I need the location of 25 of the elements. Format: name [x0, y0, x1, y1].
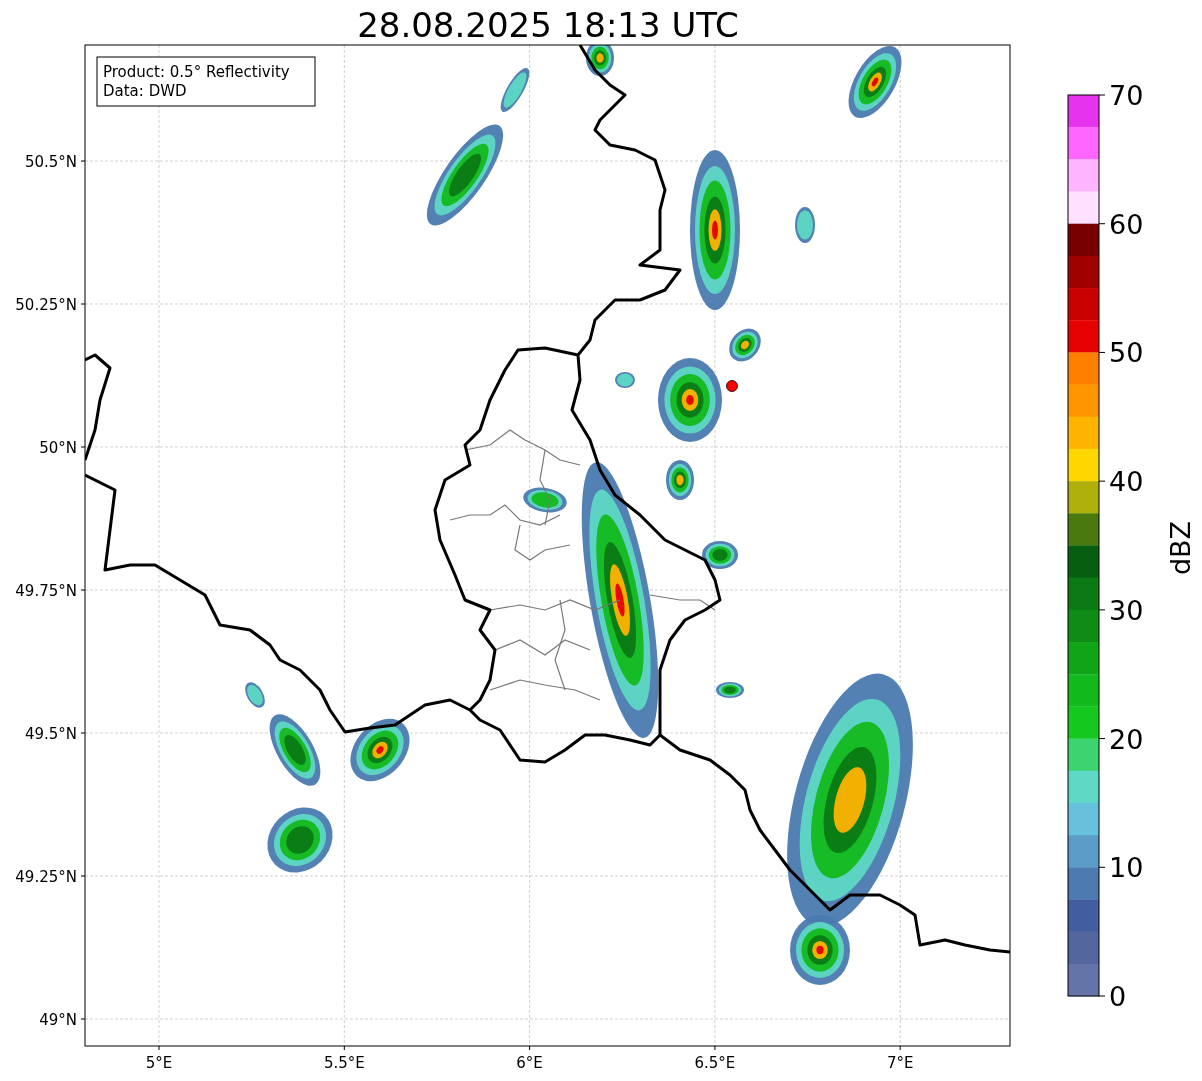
colorbar-tick-label: 0	[1109, 981, 1127, 1012]
colorbar-tick-label: 10	[1109, 852, 1144, 884]
axis-tick-label: 49.75°N	[15, 582, 77, 600]
station-marker-icon	[726, 380, 738, 392]
colorbar-tick-label: 30	[1109, 594, 1144, 626]
colorbar-tick-label: 70	[1109, 80, 1144, 111]
axis-tick-label: 49°N	[39, 1011, 77, 1029]
colorbar-tick-label: 20	[1109, 723, 1144, 755]
axis-tick-label: 5.5°E	[323, 1054, 365, 1072]
axis-tick-label: 6°E	[516, 1054, 543, 1072]
axis-tick-label: 49.5°N	[24, 725, 77, 743]
legend-text: Product: 0.5° Reflectivity	[103, 63, 290, 81]
axis-tick-label: 50.5°N	[24, 153, 77, 171]
colorbar-tick-label: 50	[1109, 337, 1144, 369]
colorbar-tick-label: 40	[1109, 466, 1144, 498]
axis-tick-label: 50.25°N	[15, 296, 77, 314]
axis-tick-label: 5°E	[145, 1054, 173, 1072]
axis-tick-label: 7°E	[886, 1054, 914, 1072]
axis-tick-label: 49.25°N	[15, 868, 77, 886]
colorbar-tick-label: 60	[1109, 208, 1144, 240]
legend-text: Data: DWD	[103, 82, 187, 100]
axis-tick-label: 50°N	[39, 439, 77, 457]
chart-title: 28.08.2025 18:13 UTC	[357, 5, 739, 45]
axis-tick-label: 6.5°E	[694, 1054, 736, 1072]
colorbar-label: dBZ	[1165, 520, 1196, 576]
